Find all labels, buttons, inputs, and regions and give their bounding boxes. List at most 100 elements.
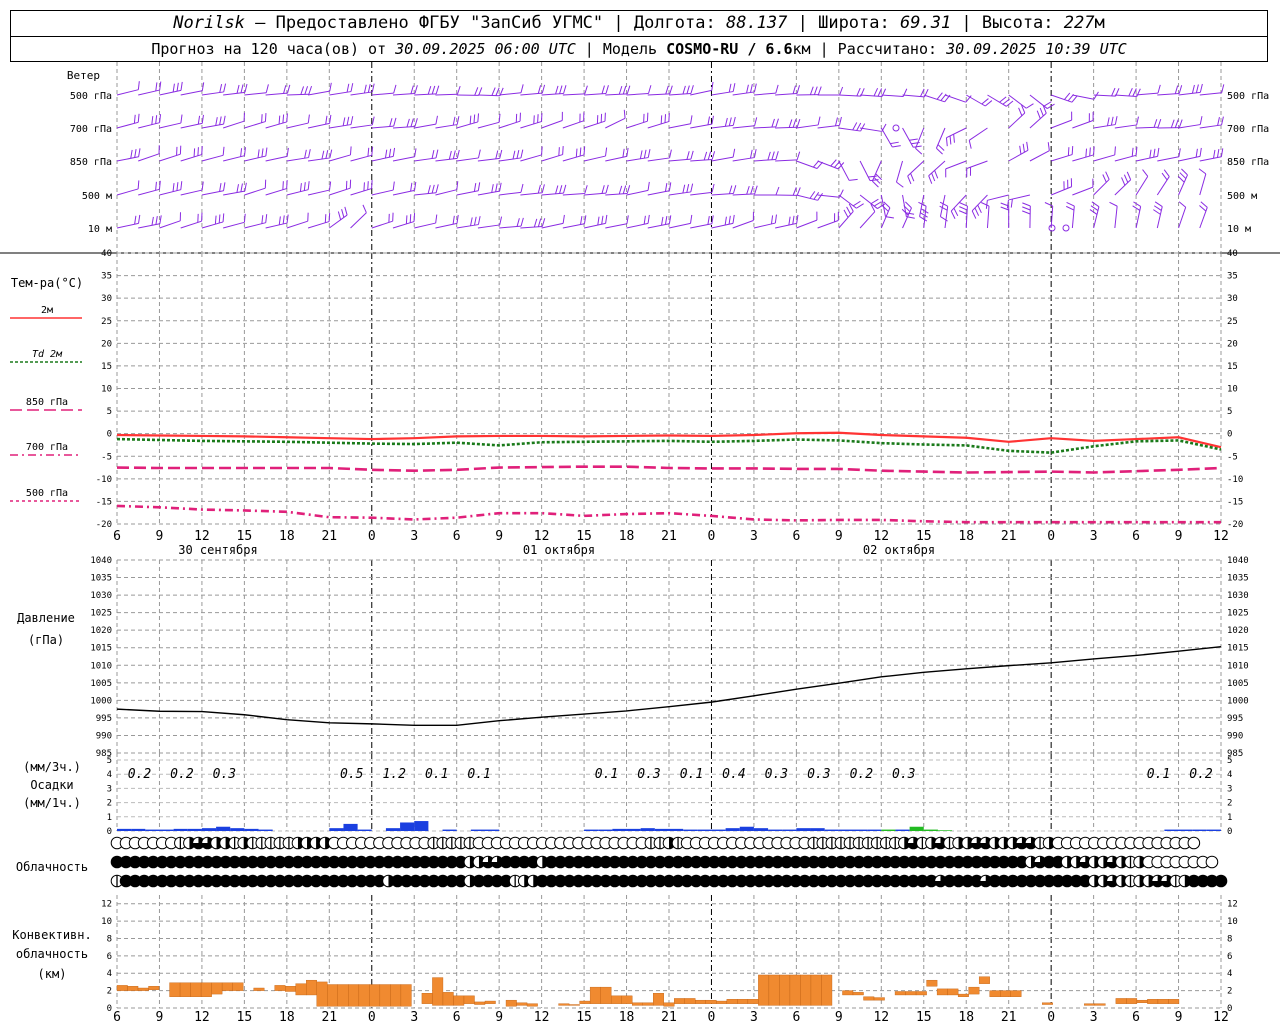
wind-barb-feather: [796, 118, 801, 128]
wind-barb: [180, 154, 202, 162]
wind-barb-feather: [1114, 146, 1116, 155]
wind-barb-feather: [788, 216, 791, 226]
wind-barb-feather: [1157, 147, 1160, 157]
convective-cloud-bar: [169, 982, 181, 997]
wind-barb-feather: [622, 185, 627, 194]
wind-barb: [584, 92, 607, 96]
wind-barb-feather: [664, 114, 667, 123]
wind-barb-feather: [750, 185, 754, 195]
wind-barb: [1135, 176, 1149, 196]
convective-x-tick: 12: [1213, 1010, 1229, 1024]
wind-barb-feather: [583, 146, 586, 155]
wind-barb-feather: [703, 151, 708, 161]
wind-barb-feather: [770, 215, 774, 225]
wind-barb: [895, 160, 904, 183]
wind-barb-feather: [999, 96, 1007, 103]
wind-barb-feather: [257, 149, 260, 158]
wind-barb: [541, 222, 564, 229]
wind-barb-feather: [1153, 119, 1158, 128]
wind-barb-feather: [388, 148, 392, 158]
wind-barb-feather: [1149, 149, 1152, 159]
wind-barb: [350, 188, 372, 196]
wind-barb-feather: [905, 201, 912, 209]
wind-barb-feather: [244, 182, 247, 192]
wind-barb-feather: [138, 214, 141, 224]
wind-barb-feather: [223, 115, 226, 125]
wind-barb-feather: [137, 113, 140, 123]
wind-barb-feather: [583, 215, 587, 224]
wind-barb-feather: [1220, 148, 1224, 157]
wind-barb-feather: [1067, 147, 1070, 156]
wind-barb-feather: [541, 146, 543, 155]
pressure-tick-right: 1035: [1227, 574, 1249, 584]
wind-barb-feather: [240, 148, 243, 157]
precip-bar: [485, 829, 500, 831]
wind-barb-feather: [431, 184, 435, 194]
wind-barb: [265, 92, 288, 96]
wind-barb-feather: [367, 181, 369, 190]
wind-barb-feather: [243, 213, 246, 223]
precip-tick-right: 4: [1227, 770, 1232, 780]
wind-barb-feather: [774, 214, 777, 224]
wind-barb-feather: [601, 215, 604, 225]
wind-barb-feather: [936, 147, 943, 155]
temperature-x-tick: 21: [661, 529, 677, 544]
precip-bar: [640, 828, 655, 831]
wind-barb: [1029, 94, 1048, 109]
wind-barb-feather: [236, 184, 239, 193]
wind-barb-feather: [393, 84, 397, 94]
date-label: 02 октября: [863, 543, 935, 557]
wind-barb: [244, 187, 266, 196]
wind-barb-feather: [265, 214, 268, 223]
wind-barb: [138, 188, 160, 196]
wind-barb: [477, 121, 500, 129]
convective-cloud-bar: [1147, 999, 1159, 1004]
wind-barb: [392, 189, 415, 196]
precip-3h-label: 0.1: [1147, 767, 1170, 782]
temperature-x-tick: 18: [619, 529, 635, 544]
wind-barb-feather: [626, 185, 631, 194]
wind-barb-feather: [261, 114, 263, 123]
wind-barb: [286, 122, 309, 129]
wind-barb: [939, 194, 946, 217]
convective-x-tick: 3: [1090, 1010, 1098, 1024]
wind-barb: [392, 125, 415, 129]
wind-barb-feather: [1002, 98, 1010, 105]
precip-tick-left: 0: [107, 827, 112, 837]
wind-barb: [1093, 179, 1110, 196]
wind-barb-feather: [324, 214, 327, 223]
wind-barb-feather: [155, 115, 158, 124]
wind-barb: [1157, 156, 1179, 162]
wind-barb-feather: [392, 181, 395, 191]
temperature-x-tick: 6: [792, 529, 800, 544]
wind-barb-feather: [341, 209, 345, 218]
wind-barb-feather: [754, 185, 758, 194]
convective-x-tick: 12: [873, 1010, 889, 1024]
convective-cloud-bar: [957, 993, 969, 997]
wind-barb: [520, 192, 543, 196]
precip-bar: [725, 828, 740, 831]
convective-x-tick: 15: [576, 1010, 592, 1024]
wind-barb-feather: [605, 85, 609, 94]
wind-barb-feather: [792, 85, 797, 94]
left-labels: Тем-ра(°C) 2м Td 2м 850 гПа 700 гПа 500 гПа Да…: [10, 276, 92, 981]
temperature-x-tick: 12: [1213, 529, 1229, 544]
convective-cloud-bar: [1168, 999, 1180, 1004]
wind-barb: [626, 92, 649, 96]
wind-barb-feather: [852, 122, 858, 131]
precip-bar: [414, 821, 429, 831]
pressure-tick-left: 1010: [90, 661, 112, 671]
precip-bar: [782, 829, 797, 831]
wind-barb: [605, 93, 628, 96]
wind-barb-feather: [1022, 210, 1031, 215]
wind-barb-feather: [197, 147, 199, 156]
convective-cloud-bar: [274, 985, 286, 991]
wind-barb: [223, 91, 246, 96]
wind-barb-feather: [919, 216, 928, 222]
convective-cloud-bar: [116, 985, 128, 991]
wind-barb: [935, 127, 946, 149]
pressure-tick-left: 1020: [90, 626, 112, 636]
temperature-title: Тем-ра(°C): [11, 276, 83, 290]
wind-barb: [880, 127, 893, 148]
pressure-tick-left: 1040: [90, 556, 112, 566]
